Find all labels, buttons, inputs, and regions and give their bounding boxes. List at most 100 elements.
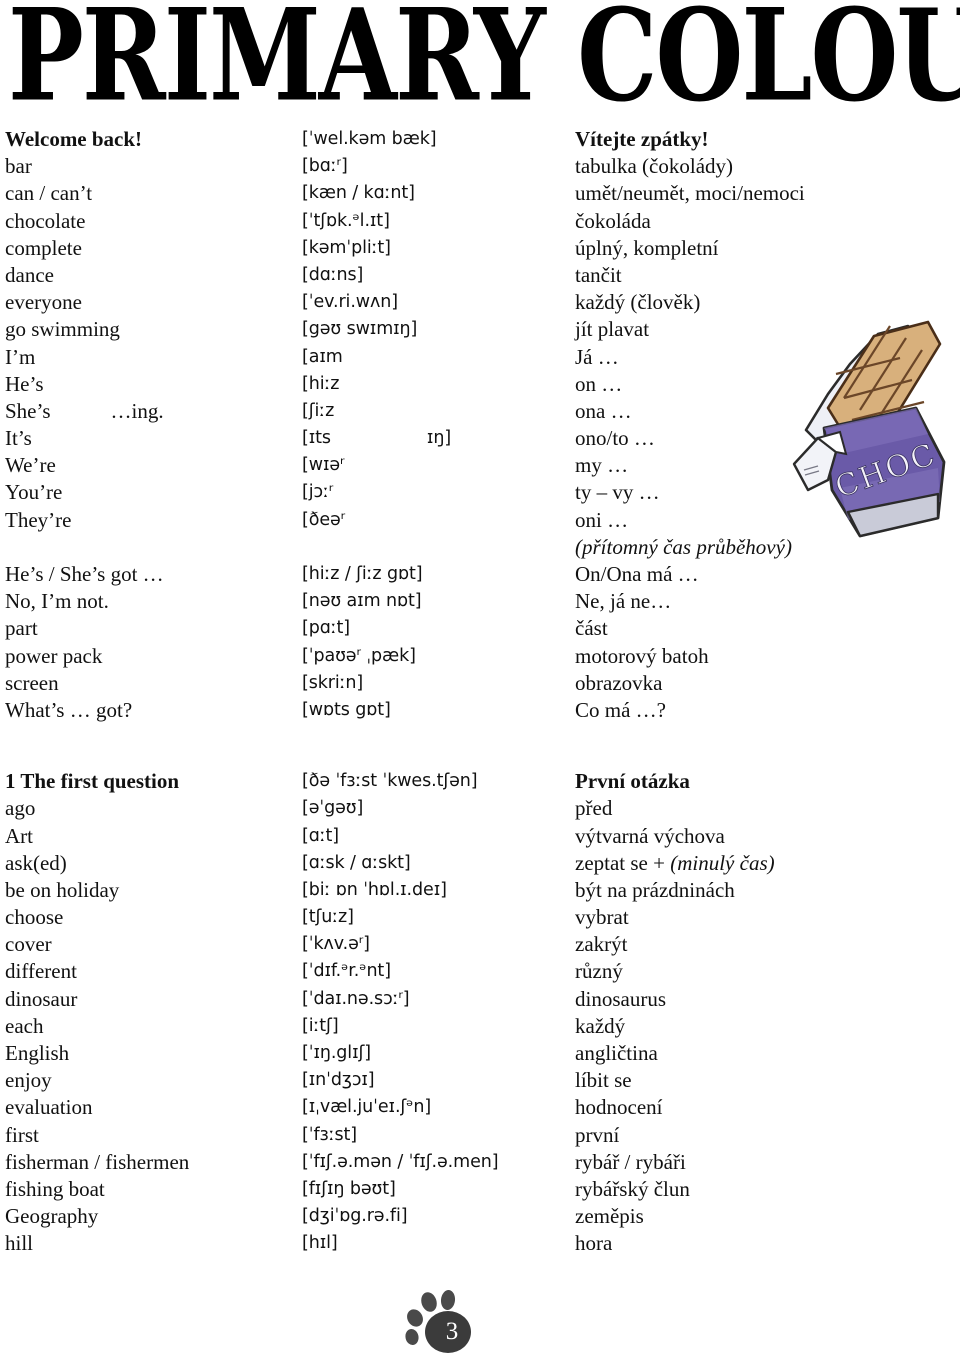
- vocab-term-english: I’m: [5, 344, 36, 369]
- vocab-term-english: You’re: [5, 480, 63, 505]
- vocab-translation-czech: rybář / rybáři: [575, 1149, 686, 1174]
- vocab-term-english: choose: [5, 905, 64, 930]
- vocab-translation-czech: každý: [575, 1013, 626, 1038]
- vocab-term-english: They’re: [5, 507, 72, 532]
- vocab-term-english: fishing boat: [5, 1176, 105, 1201]
- vocab-term-english: screen: [5, 670, 59, 695]
- vocab-pronunciation: [skriːn]: [302, 672, 364, 693]
- vocab-pronunciation: [ɑːt]: [302, 825, 340, 846]
- vocab-translation-czech: různý: [575, 959, 623, 984]
- vocab-pronunciation: [dɑːns]: [302, 264, 364, 285]
- vocab-translation-czech: zakrýt: [575, 932, 628, 957]
- vocab-pronunciation: [kæn / kɑːnt]: [302, 183, 415, 204]
- vocab-term-english: He’s / She’s got …: [5, 562, 164, 586]
- section-header-ipa: [ðə ˈfɜːst ˈkwes.tʃən]: [302, 771, 478, 792]
- vocab-term-english: bar: [5, 154, 32, 179]
- paw-print-icon: [402, 1282, 486, 1362]
- vocab-translation-czech: motorový batoh: [575, 643, 709, 668]
- vocab-translation-czech: angličtina: [575, 1041, 658, 1065]
- vocab-pronunciation: [hiːz: [302, 373, 340, 394]
- vocab-pronunciation: [ɪˌvæl.juˈeɪ.ʃᵊn]: [302, 1097, 432, 1118]
- vocab-pronunciation: [ˈtʃɒk.ᵊl.ɪt]: [302, 210, 390, 231]
- vocab-pronunciation: [jɔːʳ: [302, 482, 334, 503]
- vocab-term-english: It’s: [5, 426, 32, 451]
- vocab-pronunciation: [ɑːsk / ɑːskt]: [302, 852, 411, 873]
- vocab-translation-czech: výtvarná výchova: [575, 823, 725, 848]
- section-unit-1-the-first-question-english: 1 The first question ago Art ask(ed) be on h…: [5, 768, 297, 1257]
- vocab-term-english: dance: [5, 262, 54, 287]
- section-header-czech: Vítejte zpátky!: [575, 127, 709, 151]
- vocab-pronunciation: [ɪts ɪŋ]: [302, 428, 452, 449]
- vocab-pronunciation: [ðeəʳ: [302, 509, 346, 530]
- vocab-translation-czech: zeptat se + (minulý čas): [575, 850, 775, 875]
- vocab-translation-czech: Ne, já ne…: [575, 589, 672, 614]
- vocab-pronunciation: [ˈfɪʃ.ə.mən / ˈfɪʃ.ə.men]: [302, 1151, 499, 1172]
- vocab-translation-czech: umět/neumět, moci/nemoci: [575, 181, 805, 206]
- vocab-term-english: Geography: [5, 1204, 99, 1229]
- vocab-term-english: No, I’m not.: [5, 589, 109, 614]
- vocab-term-english: complete: [5, 235, 82, 260]
- vocab-pronunciation: [nəʊ aɪm nɒt]: [302, 591, 422, 612]
- vocab-translation-czech: zeměpis: [575, 1204, 644, 1229]
- vocab-term-english: can / can’t: [5, 181, 93, 206]
- vocab-translation-czech: hora: [575, 1231, 613, 1256]
- vocab-pronunciation: [gəʊ swɪmɪŋ]: [302, 319, 418, 340]
- vocab-term-english: evaluation: [5, 1095, 93, 1120]
- vocab-term-english: part: [5, 616, 38, 641]
- vocab-pronunciation: [hiːz / ʃiːz gɒt]: [302, 564, 423, 584]
- vocab-term-english: Art: [5, 823, 33, 848]
- vocab-term-english: He’s: [5, 371, 44, 396]
- vocab-translation-czech: Co má …?: [575, 697, 666, 722]
- vocab-pronunciation: [ɪnˈdʒɔɪ]: [302, 1070, 375, 1091]
- vocab-translation-czech: před: [575, 796, 613, 821]
- vocab-term-english: fisherman / fishermen: [5, 1149, 190, 1174]
- vocab-pronunciation: [aɪm: [302, 346, 343, 367]
- vocab-pronunciation: [ˈev.ri.wʌn]: [302, 292, 398, 313]
- section-header-czech: První otázka: [575, 769, 690, 794]
- vocab-term-english: We’re: [5, 453, 56, 478]
- vocab-pronunciation: [ˈpaʊəʳ ˌpæk]: [302, 645, 416, 666]
- vocab-pronunciation: [wɪəʳ: [302, 455, 345, 476]
- vocab-term-english: go swimming: [5, 317, 120, 342]
- section-welcome-back-english: Welcome back! bar can / can’t chocolate comp…: [5, 126, 297, 724]
- vocab-term-english: each: [5, 1013, 44, 1038]
- vocab-translation-czech: vybrat: [575, 905, 629, 930]
- vocab-pronunciation: [ʃiːz: [302, 400, 335, 421]
- vocab-term-english: ask(ed): [5, 850, 67, 875]
- vocab-pronunciation: [bɑːʳ]: [302, 156, 348, 177]
- vocab-term-english: English: [5, 1041, 70, 1065]
- section-unit-1-the-first-question-czech: První otázka před výtvarná výchova zeptat s…: [575, 768, 895, 1257]
- vocab-pronunciation: [hɪl]: [302, 1233, 338, 1254]
- vocab-pronunciation: [ˈɪŋ.glɪʃ]: [302, 1043, 371, 1063]
- vocab-term-english: cover: [5, 932, 52, 957]
- vocab-term-english: everyone: [5, 290, 82, 315]
- vocab-term-english: enjoy: [5, 1068, 52, 1093]
- page-footer: 3: [0, 1282, 960, 1364]
- vocab-term-english: ago: [5, 796, 36, 821]
- vocab-pronunciation: [kəmˈpliːt]: [302, 237, 391, 258]
- vocab-pronunciation: [biː ɒn ˈhɒl.ɪ.deɪ]: [302, 879, 447, 900]
- vocab-pronunciation: [əˈgəʊ]: [302, 798, 364, 819]
- vocab-term-english: dinosaur: [5, 986, 78, 1011]
- vocab-term-english: power pack: [5, 643, 103, 668]
- vocab-translation-czech: líbit se: [575, 1068, 632, 1093]
- vocab-translation-czech: úplný, kompletní: [575, 235, 719, 260]
- section-header-english: Welcome back!: [5, 127, 143, 151]
- czech-column: Vítejte zpátky! tabulka (čokolády) umět/ne…: [575, 126, 895, 1258]
- vocab-term-english: different: [5, 959, 77, 984]
- vocab-pronunciation: [ˈdɪf.ᵊr.ᵊnt]: [302, 961, 391, 982]
- english-column: Welcome back! bar can / can’t chocolate comp…: [5, 126, 297, 1258]
- vocab-pronunciation: [ˈkʌv.əʳ]: [302, 934, 370, 955]
- section-header-english: 1 The first question: [5, 769, 180, 794]
- vocab-translation-czech: dinosaurus: [575, 986, 666, 1011]
- vocab-translation-czech: čokoláda: [575, 208, 651, 233]
- vocab-pronunciation: [ˈdaɪ.nə.sɔːʳ]: [302, 988, 410, 1009]
- vocab-translation-czech: první: [575, 1122, 620, 1147]
- page-title: PRIMARY COLOURS 3: [0, 0, 960, 118]
- vocab-pronunciation: [tʃuːz]: [302, 907, 354, 928]
- page-title-text: PRIMARY COLOURS 3: [8, 0, 960, 118]
- vocab-pronunciation: [ˈfɜːst]: [302, 1124, 358, 1145]
- chocolate-bar-illustration: CHOC: [788, 312, 960, 544]
- vocab-pronunciation: [dʒiˈɒg.rə.fi]: [302, 1206, 408, 1227]
- vocab-translation-czech: být na prázdninách: [575, 877, 735, 902]
